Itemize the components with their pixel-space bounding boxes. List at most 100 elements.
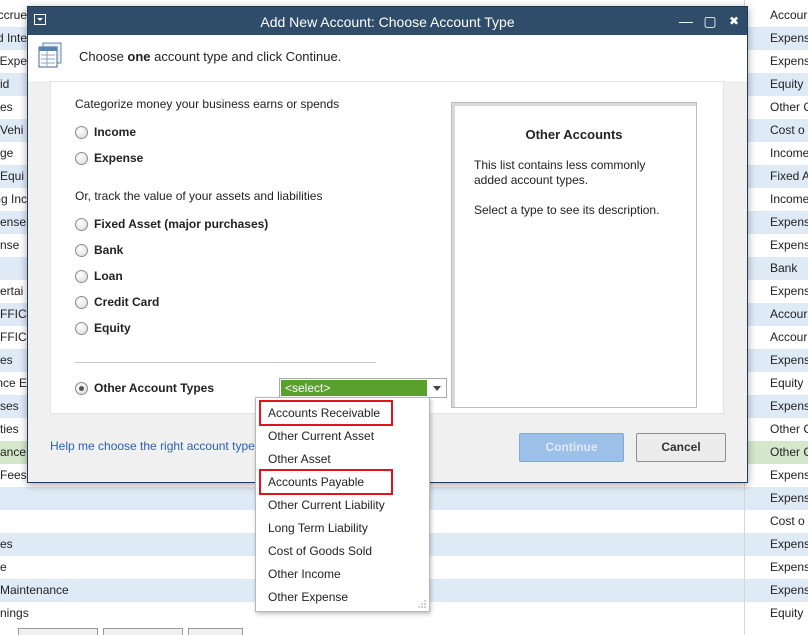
row-account-type: Expens: [770, 537, 808, 551]
row-account-type: Expens: [770, 583, 808, 597]
radio-income-label[interactable]: Income: [94, 125, 136, 139]
cancel-button[interactable]: Cancel: [636, 433, 726, 462]
bottom-tab[interactable]: [103, 628, 183, 635]
row-account-type: Expens: [770, 284, 808, 298]
highlight-box: [259, 400, 393, 426]
radio-button[interactable]: [75, 151, 88, 165]
row-account-name: e: [0, 560, 7, 574]
dropdown-item[interactable]: Other Expense: [268, 587, 348, 607]
row-account-type: Accour: [770, 8, 808, 22]
row-account-type: Other C: [770, 445, 808, 459]
radio-button[interactable]: [75, 125, 88, 139]
radio-button-selected[interactable]: [75, 381, 88, 395]
description-panel: Other Accounts This list contains less c…: [451, 102, 697, 408]
row-account-name: FFIC: [0, 307, 27, 321]
row-account-name: ge: [0, 146, 14, 160]
dropdown-item[interactable]: Long Term Liability: [268, 518, 368, 538]
radio-button[interactable]: [75, 295, 88, 309]
row-account-name: nce E: [0, 376, 27, 390]
bottom-tab[interactable]: [188, 628, 243, 635]
radio-expense[interactable]: Expense: [75, 149, 143, 167]
dropdown-item[interactable]: Other Current Asset: [268, 426, 374, 446]
radio-credit-card[interactable]: Credit Card: [75, 293, 159, 311]
radio-loan[interactable]: Loan: [75, 267, 123, 285]
dropdown-item[interactable]: Other Asset: [268, 449, 331, 469]
row-account-type: Expens: [770, 238, 808, 252]
radio-fixed-asset-label[interactable]: Fixed Asset (major purchases): [94, 217, 268, 231]
row-account-type: Expens: [770, 215, 808, 229]
dialog-titlebar[interactable]: Add New Account: Choose Account Type — ▢…: [28, 7, 747, 35]
dropdown-item[interactable]: Cost of Goods Sold: [268, 541, 372, 561]
radio-credit-card-label[interactable]: Credit Card: [94, 295, 159, 309]
row-account-name: FFIC: [0, 330, 27, 344]
select-current-value[interactable]: <select>: [281, 380, 427, 396]
row-account-type: Equity: [770, 376, 804, 390]
row-account-type: Accour: [770, 307, 808, 321]
row-account-type: Equity: [770, 606, 804, 620]
row-account-name: ertai: [0, 284, 24, 298]
resize-grip-icon[interactable]: [418, 600, 426, 608]
row-account-type: Expens: [770, 31, 808, 45]
radio-equity[interactable]: Equity: [75, 319, 131, 337]
bottom-tab[interactable]: [18, 628, 98, 635]
row-account-type: Expens: [770, 353, 808, 367]
row-account-name: ties: [0, 422, 19, 436]
dropdown-item[interactable]: Other Current Liability: [268, 495, 385, 515]
description-title: Other Accounts: [525, 127, 623, 142]
row-account-name: Vehi: [0, 123, 24, 137]
radio-bank[interactable]: Bank: [75, 241, 123, 259]
section-divider: [75, 362, 376, 363]
row-account-type: Cost o: [770, 514, 805, 528]
account-type-dropdown: Accounts Receivable Other Current Asset Ot…: [255, 397, 430, 612]
row-account-name: nse: [0, 238, 20, 252]
row-account-type: Expens: [770, 399, 808, 413]
description-text: This list contains less commonly added a…: [474, 158, 646, 187]
minimize-button[interactable]: —: [677, 12, 695, 30]
row-account-type: Bank: [770, 261, 798, 275]
chevron-down-icon[interactable]: [428, 379, 446, 397]
radio-expense-label[interactable]: Expense: [94, 151, 143, 165]
row-account-name: id: [0, 77, 10, 91]
radio-fixed-asset[interactable]: Fixed Asset (major purchases): [75, 215, 268, 233]
radio-button[interactable]: [75, 243, 88, 257]
account-type-panel: Categorize money your business earns or …: [50, 81, 724, 414]
maximize-button[interactable]: ▢: [701, 12, 719, 30]
continue-button[interactable]: Continue: [519, 433, 624, 462]
radio-button[interactable]: [75, 269, 88, 283]
radio-button[interactable]: [75, 321, 88, 335]
row-account-type: Income: [770, 146, 808, 160]
radio-equity-label[interactable]: Equity: [94, 321, 131, 335]
row-account-name: es: [0, 537, 13, 551]
row-account-name: Expe: [0, 54, 27, 68]
row-account-name: Fees: [0, 468, 27, 482]
highlight-box: [259, 469, 393, 495]
row-account-name: ses: [0, 399, 19, 413]
section-earn-spend-label: Categorize money your business earns or …: [75, 97, 340, 111]
row-account-type: Income: [770, 192, 808, 206]
row-account-name: [0, 257, 27, 280]
radio-other-account-types[interactable]: Other Account Types: [75, 379, 214, 397]
radio-loan-label[interactable]: Loan: [94, 269, 123, 283]
radio-income[interactable]: Income: [75, 123, 136, 141]
row-account-name: Equi: [0, 169, 25, 183]
other-account-type-select[interactable]: <select>: [279, 378, 447, 398]
row-account-type: Accour: [770, 330, 808, 344]
radio-button[interactable]: [75, 217, 88, 231]
account-list-icon: [38, 42, 62, 68]
row-account-type: Expens: [770, 54, 808, 68]
row-account-type: Expens: [770, 468, 808, 482]
row-account-type: Equity: [770, 77, 804, 91]
radio-bank-label[interactable]: Bank: [94, 243, 123, 257]
close-button[interactable]: ✖: [725, 12, 743, 30]
row-account-name: nings: [0, 606, 29, 620]
radio-other-label[interactable]: Other Account Types: [94, 381, 214, 395]
help-choose-account-link[interactable]: Help me choose the right account type: [50, 439, 255, 453]
row-account-name: Accrue: [0, 8, 27, 22]
dropdown-item[interactable]: Other Income: [268, 564, 341, 584]
section-assets-label: Or, track the value of your assets and l…: [75, 189, 323, 203]
description-hint: Select a type to see its description.: [474, 203, 660, 217]
instruction-text: Choose one account type and click Contin…: [79, 49, 342, 64]
row-account-name: ance: [0, 445, 27, 459]
row-account-type: Other C: [770, 422, 808, 436]
row-account-type: Other C: [770, 100, 808, 114]
